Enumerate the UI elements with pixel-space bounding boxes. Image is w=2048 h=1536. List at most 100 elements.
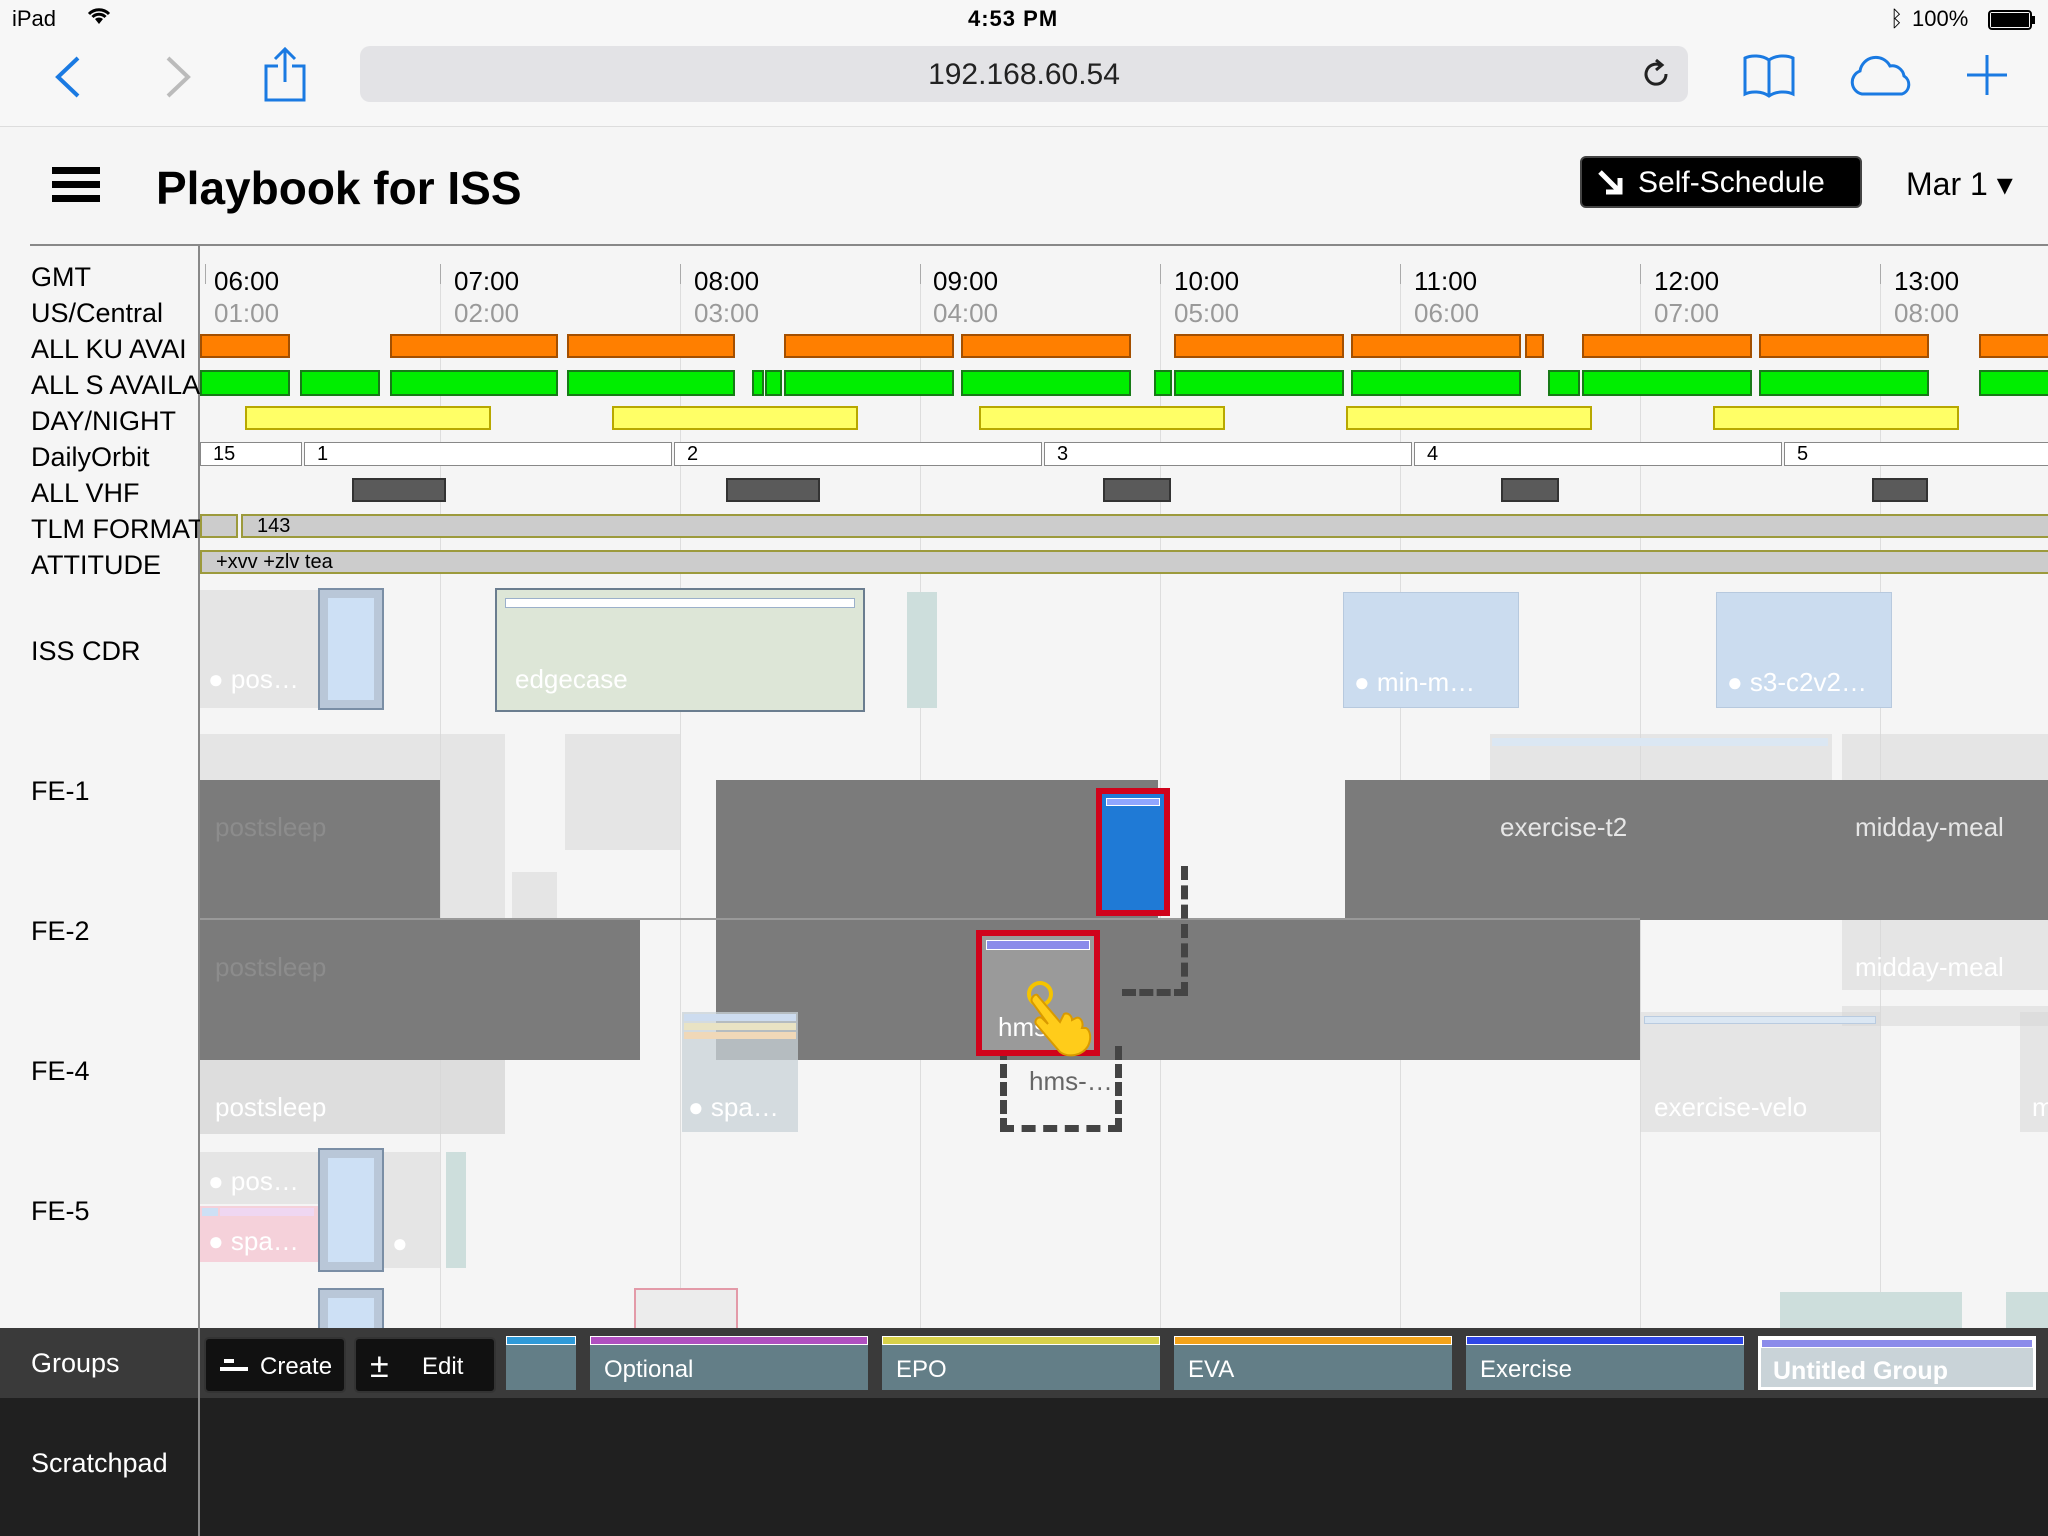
s-band-pass[interactable] [390, 370, 558, 396]
share-icon[interactable] [262, 46, 308, 107]
bookmarks-icon[interactable] [1742, 52, 1796, 103]
orbit-segment[interactable]: 3 [1044, 442, 1412, 466]
self-schedule-button[interactable]: Self-Schedule [1580, 156, 1862, 208]
ku-pass[interactable] [1525, 334, 1544, 358]
daylight-period[interactable] [979, 406, 1225, 430]
s-band-pass[interactable] [1759, 370, 1929, 396]
tlm-format-segment[interactable]: 143 [241, 514, 2048, 538]
activity-block[interactable]: ● s3-c2v2… [1716, 592, 1892, 708]
ku-pass[interactable] [1582, 334, 1752, 358]
address-bar[interactable]: 192.168.60.54 [360, 46, 1688, 102]
ku-pass[interactable] [1351, 334, 1521, 358]
ku-pass[interactable] [390, 334, 558, 358]
ku-pass[interactable] [200, 334, 290, 358]
group-color-stripe [590, 1336, 868, 1345]
activity-block[interactable] [1780, 1292, 1962, 1330]
row-label-vhf: ALL VHF [31, 478, 140, 508]
orbit-segment[interactable]: 1 [304, 442, 672, 466]
s-band-pass[interactable] [784, 370, 954, 396]
vhf-pass[interactable] [726, 478, 820, 502]
activity-block[interactable] [2006, 1292, 2048, 1330]
ku-pass[interactable] [567, 334, 735, 358]
vhf-pass[interactable] [1501, 478, 1559, 502]
group-chip-eva[interactable]: EVA [1174, 1336, 1452, 1390]
orbit-segment[interactable]: 5 [1784, 442, 2048, 466]
group-chip[interactable] [506, 1336, 576, 1390]
activity-label: ● pos… [208, 1166, 299, 1196]
tlm-format-segment[interactable] [200, 514, 238, 538]
vhf-pass[interactable] [352, 478, 446, 502]
vhf-pass[interactable] [1872, 478, 1928, 502]
activity-label: midday-meal [1855, 952, 2004, 982]
daylight-period[interactable] [245, 406, 491, 430]
orbit-segment[interactable]: 15 [200, 442, 302, 466]
vhf-pass[interactable] [1103, 478, 1171, 502]
drag-ghost-label: hms-… [1029, 1066, 1113, 1096]
activity-block[interactable] [318, 1148, 384, 1272]
activity-block[interactable]: m [2020, 1012, 2048, 1132]
activity-block[interactable]: exercise-velo [1640, 1012, 1880, 1132]
activity-block[interactable]: ● [384, 1152, 440, 1268]
activity-block[interactable] [907, 592, 937, 708]
activity-block[interactable] [634, 1288, 738, 1330]
activity-block[interactable] [318, 588, 384, 710]
s-band-pass[interactable] [752, 370, 764, 396]
s-band-pass[interactable] [1548, 370, 1580, 396]
daylight-period[interactable] [612, 406, 858, 430]
activity-block[interactable] [1158, 920, 1640, 1060]
activity-block[interactable]: ● pos… [200, 1152, 318, 1204]
menu-icon[interactable] [52, 167, 100, 208]
group-chip-optional[interactable]: Optional [590, 1336, 868, 1390]
daylight-period[interactable] [1713, 406, 1959, 430]
group-chip-untitled[interactable]: Untitled Group [1758, 1336, 2036, 1390]
forward-icon[interactable] [160, 52, 196, 107]
activity-block[interactable] [1840, 872, 2048, 920]
scratchpad[interactable]: Scratchpad [0, 1398, 2048, 1536]
s-band-pass[interactable] [1174, 370, 1344, 396]
group-name: Exercise [1480, 1356, 1573, 1383]
activity-block[interactable] [318, 1288, 384, 1330]
row-label-fe5: FE-5 [31, 1196, 90, 1226]
activity-block[interactable]: ● min-m… [1343, 592, 1519, 708]
activity-block[interactable]: ● spa… [200, 1206, 318, 1262]
activity-block[interactable] [565, 734, 680, 850]
activity-block[interactable]: ● pos… [200, 590, 318, 708]
s-band-pass[interactable] [1582, 370, 1752, 396]
ku-pass[interactable] [1979, 334, 2048, 358]
edit-group-button[interactable]: ± Edit [354, 1337, 496, 1393]
daylight-period[interactable] [1346, 406, 1592, 430]
create-group-button[interactable]: Create [204, 1337, 346, 1393]
reload-icon[interactable] [1640, 58, 1672, 95]
back-icon[interactable] [50, 52, 86, 107]
cloud-tabs-icon[interactable] [1846, 54, 1916, 103]
s-band-pass[interactable] [961, 370, 1131, 396]
s-band-pass[interactable] [765, 370, 782, 396]
activity-label: postsleep [215, 952, 327, 982]
gmt-time: 06:00 [214, 266, 280, 296]
attitude-segment[interactable]: +xvv +zlv tea [200, 550, 2048, 574]
s-band-pass[interactable] [200, 370, 290, 396]
ku-pass[interactable] [1759, 334, 1929, 358]
activity-stripe [202, 1208, 218, 1216]
s-band-pass[interactable] [300, 370, 380, 396]
s-band-pass[interactable] [1154, 370, 1172, 396]
s-band-pass[interactable] [1351, 370, 1521, 396]
orbit-segment[interactable]: 2 [674, 442, 1042, 466]
s-band-pass[interactable] [1979, 370, 2048, 396]
ku-pass[interactable] [1174, 334, 1344, 358]
new-tab-icon[interactable] [1964, 52, 2010, 103]
activity-block[interactable] [446, 1152, 466, 1268]
group-chip-epo[interactable]: EPO [882, 1336, 1160, 1390]
activity-inner [328, 1298, 374, 1330]
activity-block-edgecase[interactable]: edgecase [495, 588, 865, 712]
orbit-segment[interactable]: 4 [1414, 442, 1782, 466]
ku-pass[interactable] [961, 334, 1131, 358]
selected-activity-block[interactable] [1096, 788, 1170, 916]
gmt-time: 09:00 [933, 266, 999, 296]
activity-block[interactable]: ● spa… [682, 1012, 798, 1132]
s-band-pass[interactable] [567, 370, 735, 396]
group-chip-exercise[interactable]: Exercise [1466, 1336, 1744, 1390]
date-selector[interactable]: Mar 1 ▾ [1906, 165, 2013, 203]
ku-pass[interactable] [784, 334, 954, 358]
activity-block-postsleep[interactable] [200, 920, 640, 1060]
